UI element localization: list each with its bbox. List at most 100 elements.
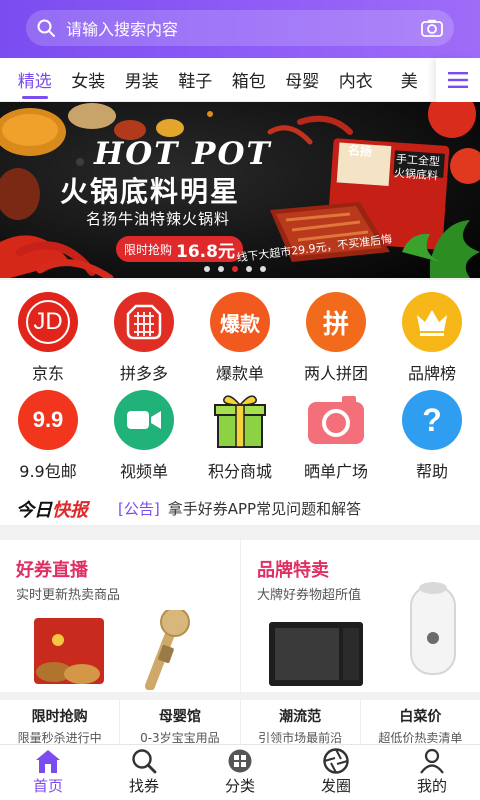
shortcut-hot-deals[interactable]: 爆款 爆款单 [192, 292, 288, 392]
quick-trend[interactable]: 潮流范 引领市场最前沿 [239, 700, 360, 748]
nav-moments[interactable]: 发圈 [288, 745, 384, 800]
bottom-nav: 首页 找券 分类 发圈 我的 [0, 744, 480, 800]
shortcut-label: 积分商城 [207, 462, 272, 481]
banner-title: HOT POT [94, 136, 272, 172]
shortcut-label: 拼多多 [119, 364, 168, 383]
news-headline[interactable]: 拿手好券APP常见问题和解答 [168, 498, 361, 519]
carousel-dot[interactable] [260, 266, 266, 272]
tab-bags[interactable]: 箱包 [222, 58, 276, 102]
nav-home[interactable]: 首页 [0, 745, 96, 800]
nav-profile[interactable]: 我的 [384, 745, 480, 800]
price-value: 16.8元 [176, 241, 235, 262]
search-input[interactable]: 请输入搜索内容 [66, 16, 410, 40]
tab-scroller[interactable]: 精选 女装 男装 鞋子 箱包 母婴 内衣 美 [0, 58, 436, 102]
aperture-icon [323, 748, 349, 774]
jd-glyph: JD [33, 308, 63, 335]
carousel-dot[interactable] [204, 266, 210, 272]
tab-women[interactable]: 女装 [62, 58, 116, 102]
shortcut-label: 视频单 [119, 462, 168, 481]
nav-label: 分类 [224, 777, 255, 795]
shortcut-label: 晒单广场 [303, 462, 368, 481]
hot-deals-glyph: 爆款 [220, 311, 260, 336]
hot-deals-icon: 爆款 [210, 292, 270, 352]
nav-label: 找券 [128, 777, 159, 795]
quick-links: 限时抢购 限量秒杀进行中 母婴馆 0-3岁宝宝用品 潮流范 引领市场最前沿 白菜… [0, 700, 480, 748]
tab-menu-icon[interactable] [436, 57, 480, 102]
search-bar[interactable]: 请输入搜索内容 [26, 10, 454, 46]
tab-men[interactable]: 男装 [115, 58, 169, 102]
pack-brand: 名扬 [347, 143, 373, 159]
card-brand-sale[interactable]: 品牌特卖 大牌好券物超所值 [240, 540, 480, 692]
shortcut-free-shipping[interactable]: 9.9 9.9包邮 [0, 390, 96, 490]
quick-flash-sale[interactable]: 限时抢购 限量秒杀进行中 [0, 700, 119, 748]
quick-title: 母婴馆 [158, 709, 201, 725]
jd-icon-ring: JD [26, 300, 70, 344]
free-shipping-glyph: 9.9 [32, 407, 64, 432]
banner-headline: 火锅底料明星 [60, 175, 241, 208]
camera-scan-icon[interactable] [410, 10, 454, 46]
carousel-dots[interactable] [204, 266, 266, 272]
carousel-dot[interactable] [218, 266, 224, 272]
camera-icon [306, 390, 366, 450]
quick-title: 限时抢购 [31, 709, 88, 725]
price-tag: 限时抢购 16.8元 [116, 236, 243, 262]
carousel-dot-active[interactable] [232, 266, 238, 272]
shortcut-video[interactable]: 视频单 [96, 390, 192, 490]
pack-label-2: 火锅底料 [393, 166, 439, 183]
tab-underwear[interactable]: 内衣 [329, 58, 383, 102]
tab-beauty[interactable]: 美 [383, 58, 437, 102]
top-header: 请输入搜索内容 [0, 0, 480, 58]
search-icon [132, 749, 157, 774]
nav-find-coupons[interactable]: 找券 [96, 745, 192, 800]
card-coupon-live[interactable]: 好券直播 实时更新热卖商品 [0, 540, 240, 692]
price-label: 限时抢购 [124, 242, 173, 257]
jd-icon: JD [18, 292, 78, 352]
news-logo-a: 今日 [16, 499, 52, 521]
pinduoduo-icon [114, 292, 174, 352]
shortcut-label: 帮助 [415, 462, 448, 481]
news-logo-b: 快报 [52, 499, 88, 521]
nav-label: 发圈 [320, 777, 351, 795]
group-buy-icon: 拼 [306, 292, 366, 352]
free-shipping-icon: 9.9 [18, 390, 78, 450]
shortcut-help[interactable]: ? 帮助 [384, 390, 480, 490]
promo-cards: 好券直播 实时更新热卖商品 品牌特卖 大牌好券物超所值 [0, 540, 480, 692]
carousel-dot[interactable] [246, 266, 252, 272]
quick-baby[interactable]: 母婴馆 0-3岁宝宝用品 [119, 700, 239, 748]
help-icon: ? [402, 390, 462, 450]
search-icon [26, 10, 66, 46]
card-product-image [34, 610, 190, 690]
shortcut-pinduoduo[interactable]: 拼多多 [96, 292, 192, 392]
tab-baby[interactable]: 母婴 [276, 58, 330, 102]
quick-title: 潮流范 [279, 709, 322, 725]
nav-categories[interactable]: 分类 [192, 745, 288, 800]
promo-banner[interactable]: HOT POT 火锅底料明星 名扬牛油特辣火锅料 限时抢购 16.8元 线下大超… [0, 102, 480, 278]
shortcut-jd[interactable]: JD 京东 [0, 292, 96, 392]
shortcut-label: 9.9包邮 [19, 462, 77, 481]
category-tabs: 精选 女装 男装 鞋子 箱包 母婴 内衣 美 [0, 57, 480, 102]
shortcut-label: 两人拼团 [303, 364, 368, 383]
card-product-image [269, 582, 456, 686]
nav-label: 我的 [416, 777, 447, 795]
shortcut-group-buy[interactable]: 拼 两人拼团 [288, 292, 384, 392]
quick-bargain[interactable]: 白菜价 超低价热卖清单 [359, 700, 480, 748]
tab-shoes[interactable]: 鞋子 [169, 58, 223, 102]
quick-title: 白菜价 [399, 709, 442, 725]
banner-subtitle: 名扬牛油特辣火锅料 [86, 210, 231, 228]
shortcut-show-orders[interactable]: 晒单广场 [288, 390, 384, 490]
tab-featured[interactable]: 精选 [8, 58, 62, 102]
home-icon [36, 750, 60, 773]
shortcut-grid: JD 京东 拼多多 爆款 爆款单 拼 两人拼团 品牌榜 9.9 9.9包邮 视频… [0, 280, 480, 492]
news-ticker[interactable]: 今日快报 [公告] 拿手好券APP常见问题和解答 [0, 492, 480, 526]
shortcut-brand-rank[interactable]: 品牌榜 [384, 292, 480, 392]
shortcut-points-mall[interactable]: 积分商城 [192, 390, 288, 490]
news-tag: [公告] [118, 500, 160, 518]
help-glyph: ? [422, 401, 442, 438]
shortcut-label: 爆款单 [215, 364, 264, 383]
video-icon [114, 390, 174, 450]
gift-icon [210, 390, 270, 450]
card-subtitle: 实时更新热卖商品 [16, 588, 121, 603]
crown-icon [402, 292, 462, 352]
user-icon [420, 748, 444, 774]
nav-label: 首页 [32, 777, 63, 795]
